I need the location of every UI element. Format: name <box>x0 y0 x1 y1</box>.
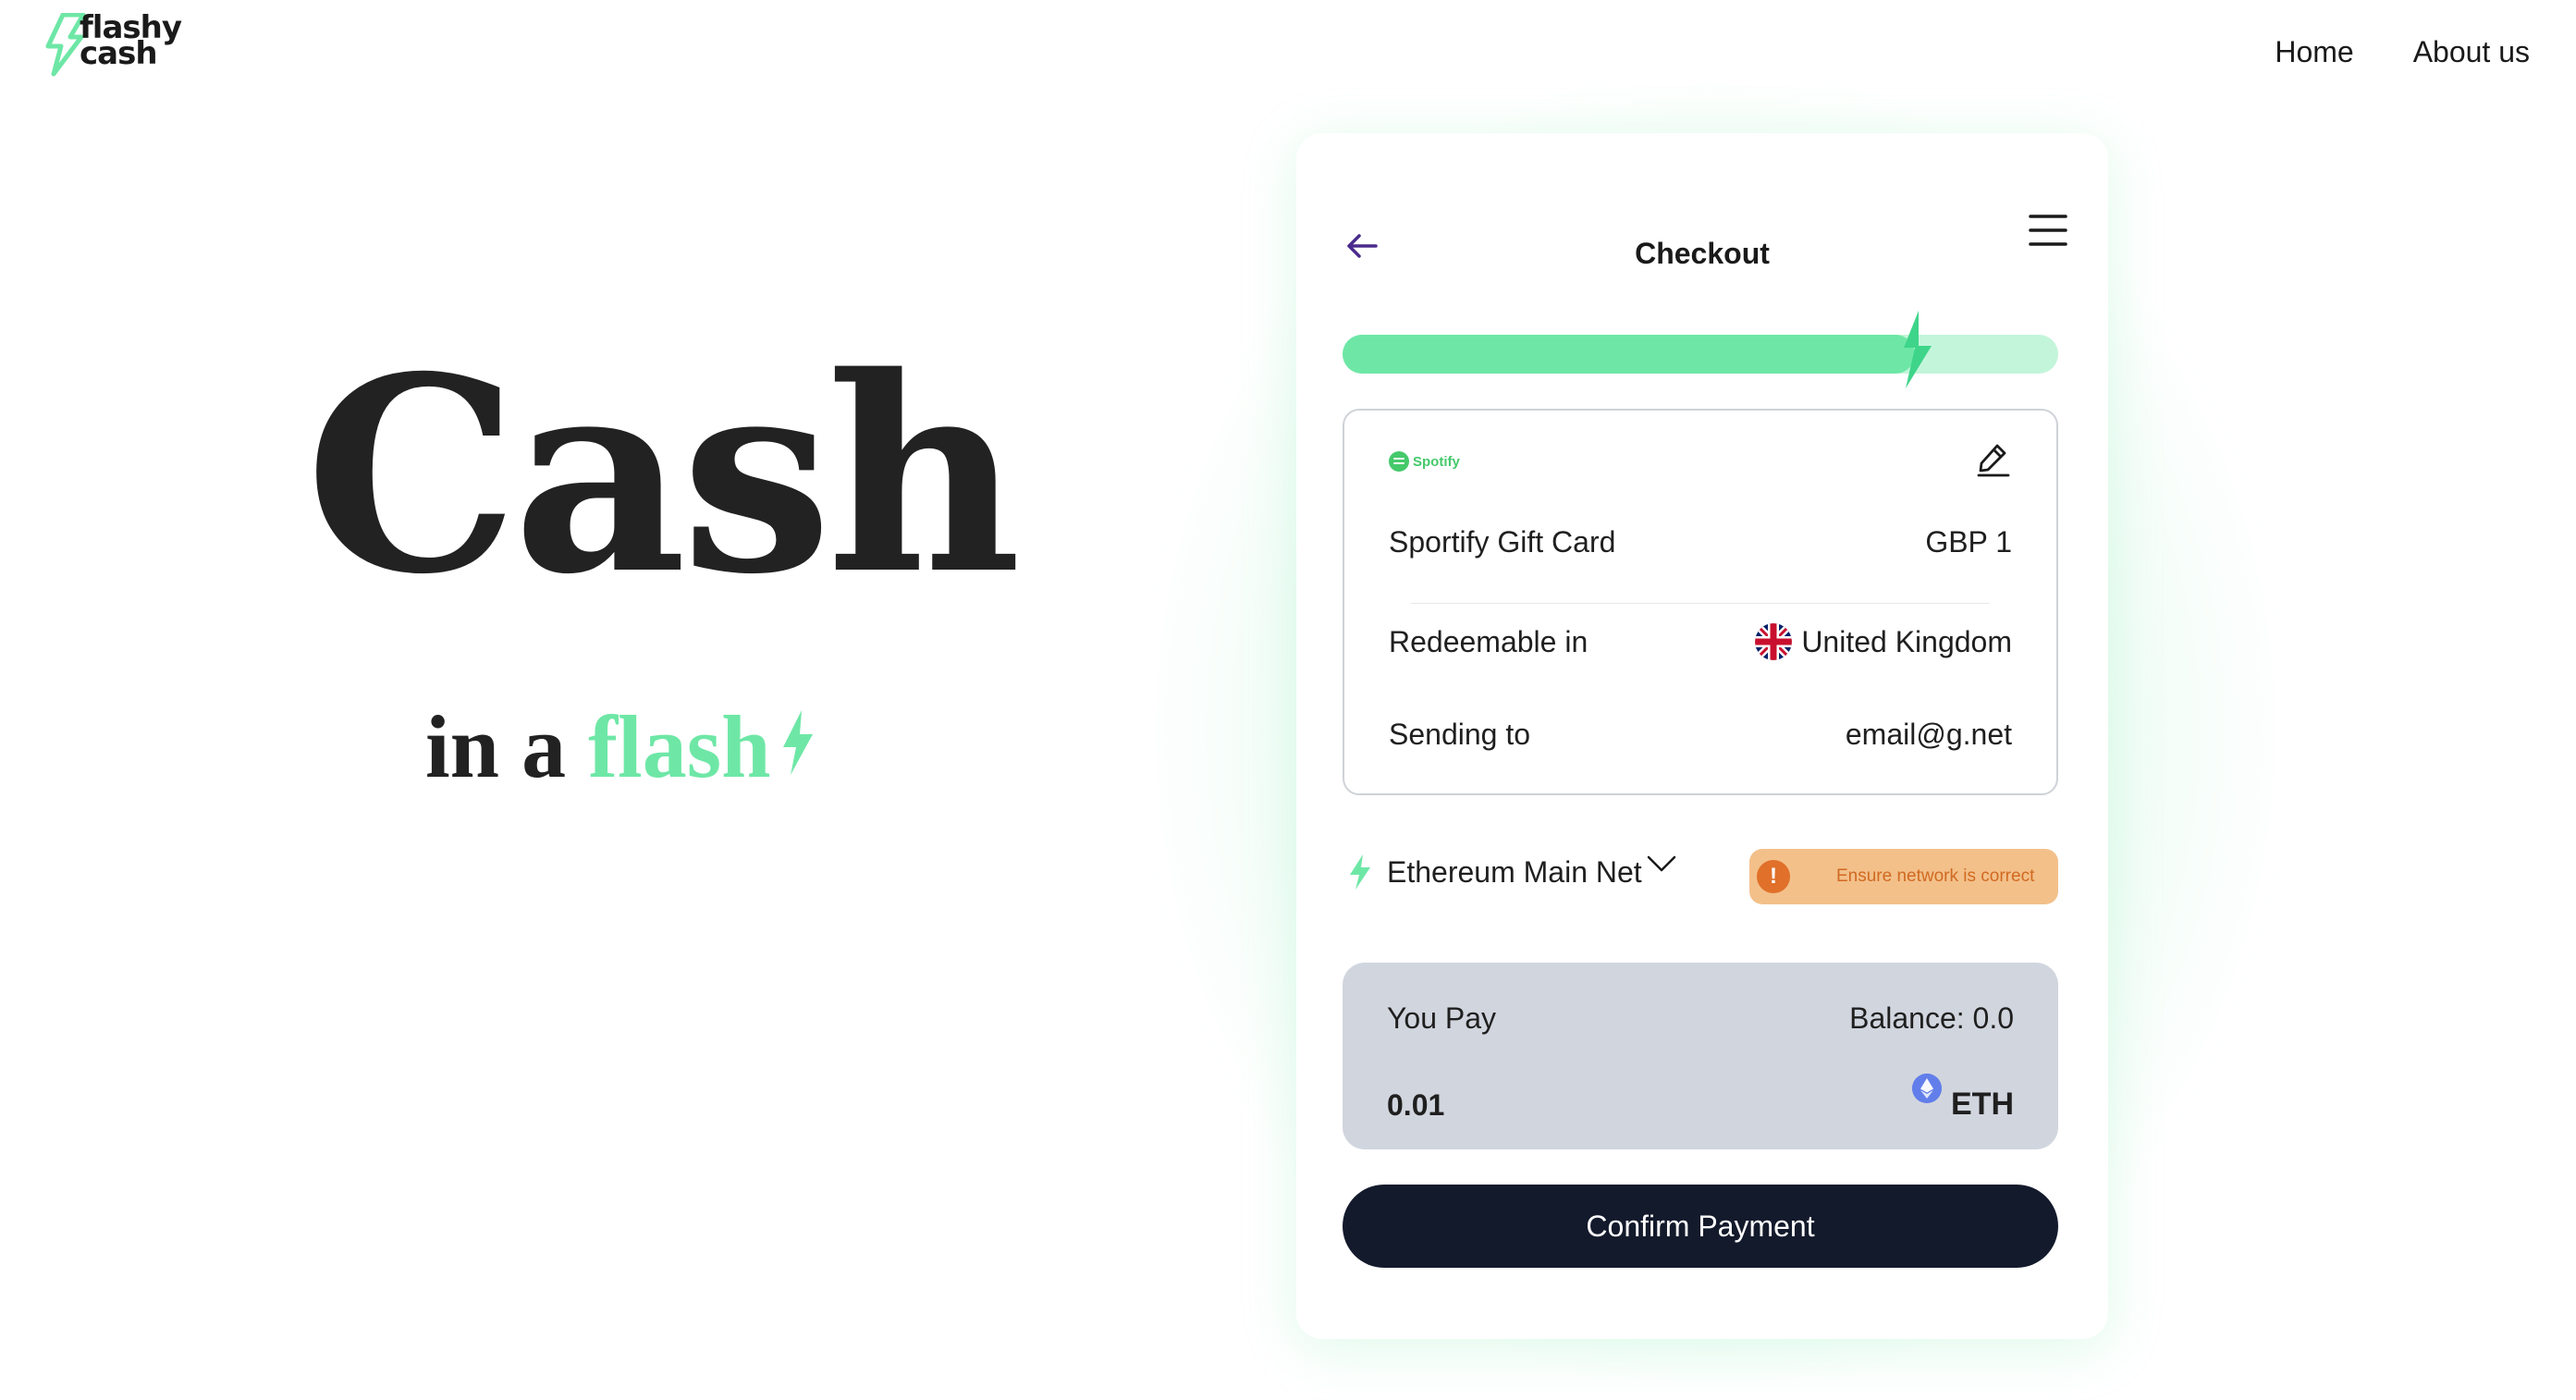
top-nav: Home About us <box>2275 35 2530 69</box>
uk-flag-icon <box>1755 623 1793 660</box>
nav-about-link[interactable]: About us <box>2413 35 2530 69</box>
spotify-icon <box>1389 451 1409 472</box>
hero-title: Cash <box>305 319 1022 633</box>
logo[interactable]: flashy cash <box>43 12 209 78</box>
eth-icon <box>1912 1074 1942 1103</box>
checkout-title: Checkout <box>1635 237 1770 270</box>
redeemable-value: United Kingdom <box>1801 624 2012 658</box>
token-label: ETH <box>1951 1087 2014 1122</box>
progress-fill <box>1343 335 1916 374</box>
redeemable-country: United Kingdom <box>1755 623 2012 660</box>
nav-home-link[interactable]: Home <box>2275 35 2353 69</box>
logo-text: flashy cash <box>80 12 182 69</box>
hamburger-menu-icon <box>2029 215 2067 246</box>
menu-button[interactable] <box>2027 211 2069 250</box>
confirm-payment-button[interactable]: Confirm Payment <box>1343 1185 2058 1268</box>
balance-text: Balance: 0.0 <box>1849 1001 2014 1035</box>
hero-subtitle-accent: flash <box>588 697 771 796</box>
edit-button[interactable] <box>1975 440 2012 477</box>
pay-panel: You Pay Balance: 0.0 0.01 ETH <box>1343 963 2058 1149</box>
product-value: GBP 1 <box>1925 525 2012 559</box>
brand-name: Spotify <box>1413 453 1460 470</box>
checkout-card: Checkout Spotify Sportify Gift Card GBP … <box>1296 133 2108 1339</box>
hero-subtitle: in a flash <box>425 703 818 792</box>
network-selector[interactable]: Ethereum Main Net <box>1346 854 1677 890</box>
bolt-icon <box>1350 854 1370 890</box>
sending-row: Sending to email@g.net <box>1389 718 2012 752</box>
brand-logo: Spotify <box>1389 451 1460 472</box>
order-summary: Spotify Sportify Gift Card GBP 1 Redeema… <box>1343 409 2058 795</box>
token-selector[interactable]: ETH <box>1912 1074 2014 1123</box>
bolt-icon <box>783 710 814 775</box>
warning-icon: ! <box>1757 860 1790 893</box>
redeemable-label: Redeemable in <box>1389 624 1589 658</box>
hero-subtitle-prefix: in a <box>425 697 589 796</box>
summary-divider <box>1411 603 1990 604</box>
sending-label: Sending to <box>1389 718 1531 751</box>
warning-text: Ensure network is correct <box>1836 866 2035 886</box>
sending-value: email@g.net <box>1845 718 2012 751</box>
redeemable-row: Redeemable in United Kingdom <box>1389 623 2012 660</box>
product-row: Sportify Gift Card GBP 1 <box>1389 525 2012 559</box>
edit-pencil-icon <box>1977 444 2010 477</box>
product-label: Sportify Gift Card <box>1389 525 1616 559</box>
chevron-down-icon <box>1647 855 1675 872</box>
progress-bolt-icon <box>1904 311 1932 388</box>
network-label: Ethereum Main Net <box>1387 854 1642 889</box>
checkout-progress-bar <box>1343 311 2058 388</box>
network-warning: ! Ensure network is correct <box>1749 849 2058 904</box>
pay-amount[interactable]: 0.01 <box>1387 1088 1444 1123</box>
pay-label: You Pay <box>1387 1001 1497 1035</box>
